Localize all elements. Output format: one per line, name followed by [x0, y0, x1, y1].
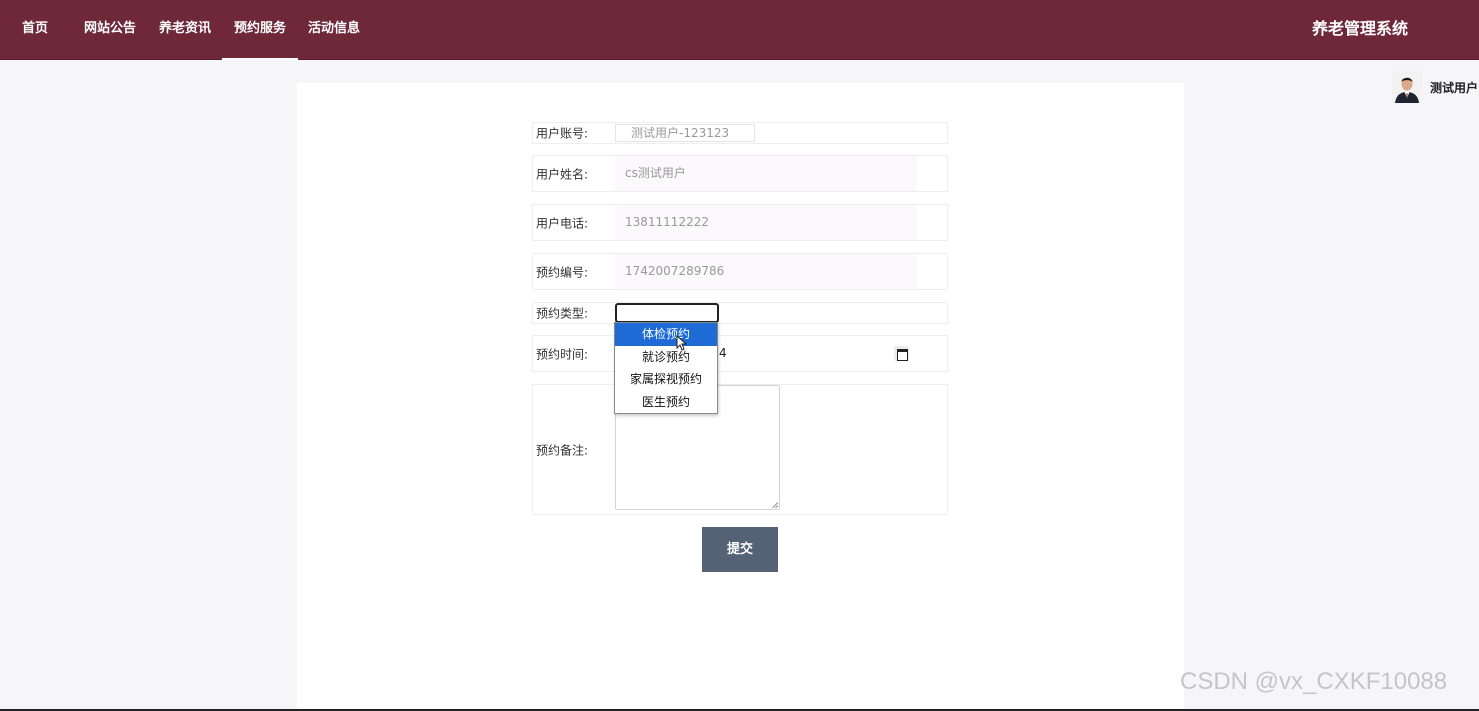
- nav-activities[interactable]: 活动信息: [308, 0, 360, 60]
- option-family-visit[interactable]: 家属探视预约: [615, 368, 717, 391]
- watermark: CSDN @vx_CXKF10088: [1180, 668, 1448, 695]
- account-field[interactable]: 测试用户-123123: [615, 124, 755, 142]
- nav-announcements[interactable]: 网站公告: [84, 0, 136, 60]
- booking-no-field[interactable]: 1742007289786: [615, 254, 917, 289]
- booking-type-dropdown: 体检预约 就诊预约 家属探视预约 医生预约: [614, 322, 718, 414]
- resize-grip-icon[interactable]: [772, 502, 778, 508]
- option-clinic-visit[interactable]: 就诊预约: [615, 346, 717, 369]
- phone-label: 用户电话:: [536, 216, 589, 230]
- phone-row: 用户电话: 13811112222: [532, 204, 948, 241]
- calendar-icon[interactable]: [894, 346, 909, 361]
- booking-time-row: 预约时间: 4: [532, 335, 948, 372]
- account-label: 用户账号:: [536, 126, 589, 141]
- phone-field[interactable]: 13811112222: [615, 205, 917, 240]
- booking-time-value[interactable]: 4: [719, 336, 727, 370]
- remark-label: 预约备注:: [536, 443, 589, 457]
- booking-no-label: 预约编号:: [536, 265, 589, 279]
- avatar[interactable]: [1392, 71, 1422, 103]
- username[interactable]: 测试用户: [1430, 79, 1479, 96]
- remark-row: 预约备注:: [532, 384, 948, 515]
- option-physical-exam[interactable]: 体检预约: [615, 323, 717, 346]
- name-row: 用户姓名: cs测试用户: [532, 155, 948, 192]
- name-label: 用户姓名:: [536, 167, 589, 181]
- top-navbar: 首页 网站公告 养老资讯 预约服务 活动信息 养老管理系统: [0, 0, 1479, 60]
- site-brand: 养老管理系统: [1312, 19, 1409, 38]
- nav-home[interactable]: 首页: [22, 0, 48, 60]
- account-row: 用户账号: 测试用户-123123: [532, 122, 948, 144]
- name-field[interactable]: cs测试用户: [615, 156, 917, 191]
- mouse-cursor-icon: [676, 335, 688, 351]
- booking-type-row: 预约类型:: [532, 302, 948, 324]
- option-doctor[interactable]: 医生预约: [615, 391, 717, 414]
- booking-type-select[interactable]: [615, 303, 719, 323]
- nav-booking-service[interactable]: 预约服务: [221, 0, 299, 60]
- user-avatar-icon: [1392, 71, 1422, 103]
- nav-news[interactable]: 养老资讯: [159, 0, 211, 60]
- submit-button[interactable]: 提交: [702, 527, 778, 572]
- user-menu[interactable]: 测试用户: [1392, 71, 1479, 103]
- booking-type-label: 预约类型:: [536, 306, 589, 321]
- booking-time-label: 预约时间:: [536, 347, 589, 361]
- booking-no-row: 预约编号: 1742007289786: [532, 253, 948, 290]
